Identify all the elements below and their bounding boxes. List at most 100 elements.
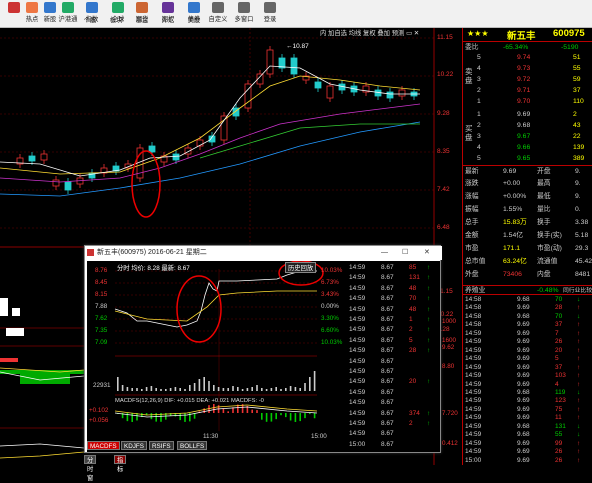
chart-toolbar-item[interactable]: 叠加 [377,30,390,37]
tick-time: 14:59 [349,357,366,365]
stat-label: 开盘 [537,168,551,175]
macd-bar [251,409,253,413]
toolbar-sub-button[interactable]: 美股 [182,15,206,26]
toolbar-label: 热点 [25,16,39,23]
tick-volume: 2 [409,420,413,427]
maximize-icon[interactable]: ☐ [402,246,408,260]
buy-price: 9.68 [517,122,531,129]
chart-toolbar-item[interactable]: 预测 [392,30,405,37]
macd-bar [20,374,70,384]
toolbar-sub-button[interactable]: 基金 [130,15,154,26]
tick-price: 9.68 [517,431,530,439]
app-window: 热点 新股 沪港通 指数 全球 期货 期权 债券 自定义 多窗口 登录 个股 板块 基金 外汇 美股 内 加自… [0,0,592,482]
toolbar-icon [44,2,56,13]
tick-volume: 28 [555,304,563,312]
tick-price: 8.67 [381,274,394,282]
toolbar-sub-button[interactable]: 个股 [78,15,102,26]
tick-price: 9.68 [517,422,530,430]
tick-time: 14:59 [349,368,366,375]
sector-row[interactable]: 养殖业 -0.48% 同行业比较 [463,285,592,295]
macd-bar [299,413,301,422]
toolbar-button[interactable]: 登录 [258,2,282,26]
arrow-up-icon: ↑ [427,420,431,427]
toolbar-label: 新股 [43,16,57,23]
tab-macdfs[interactable]: MACDFS [87,441,120,450]
arrow-up-icon: ↑ [577,414,581,422]
toolbar-button[interactable]: 自定义 [206,2,230,26]
app-logo-icon [87,249,94,256]
chart-toolbar-item[interactable]: 均线 [349,30,362,37]
arrow-up-icon: ↑ [577,346,581,354]
tick-price: 8.67 [381,305,394,313]
sector-compare-link[interactable]: 同行业比较 [563,286,592,296]
tab-intraday-window[interactable]: 分时窗 [84,455,97,482]
tick-volume: 20 [409,378,417,386]
volume-label: 22931 [93,382,111,389]
macd-bar [270,413,273,422]
tab-indicator[interactable]: 指标 [114,455,127,473]
chart-minimize-icon[interactable]: ▭ [406,30,412,37]
volume-bar [136,388,138,391]
right-axis-label: 3.30% [321,315,339,322]
toolbar-sub-button[interactable]: 板块 [104,15,128,26]
tick-volume: 20 [555,346,563,354]
minimize-icon[interactable]: — [381,246,388,260]
tick-time: 14:59 [465,431,482,439]
chart-toolbar-item[interactable]: 复权 [363,30,376,37]
tick-row: 14:59 9.69 11 ↑ [463,414,592,422]
chart-close-icon[interactable]: ✕ [414,30,419,37]
buy-level: 3 [477,133,481,140]
tick-row: 14:59 9.68 55 ↓ [463,431,592,439]
intraday-chart[interactable] [87,260,347,452]
price-axis-label: 11.15 [437,34,453,41]
candle [172,153,180,161]
tick-volume: 119 [555,388,566,396]
tick-time: 14:59 [465,414,482,422]
tick-price: 9.69 [517,448,530,456]
volume-bar [131,388,133,391]
tick-volume: 48 [409,305,417,313]
tick-row: 14:59 9.69 4 ↑ [463,381,592,389]
popup-tick-row: 14:59 8.67 [347,429,440,439]
stat-label: 涨跌 [465,180,479,187]
chart-toolbar-item[interactable]: 内 [320,30,326,37]
tick-volume: 85 [409,264,417,271]
arrow-up-icon: ↑ [427,305,431,313]
volume-bar [270,388,273,391]
tick-price: 8.67 [381,357,394,365]
toolbar-sub-button[interactable]: 外汇 [156,15,180,26]
arrow-up-icon: ↑ [577,338,581,346]
history-replay-button[interactable]: 历史回放 [285,262,317,273]
macd-bar [309,413,311,415]
tick-time: 14:59 [465,439,482,447]
macd-bar [184,413,186,422]
toolbar-icon [212,2,224,13]
macd-bar [131,413,133,422]
arrow-down-icon: ↓ [577,388,581,396]
arrow-up-icon: ↑ [427,264,431,271]
tab-bollfs[interactable]: BOLLFS [177,441,208,450]
chart-toolbar-item[interactable]: 加自选 [328,30,347,37]
tick-price: 8.67 [381,316,394,323]
toolbar-icon [188,2,200,13]
stat-value: 0. [575,206,581,213]
candle [28,155,36,162]
close-icon[interactable]: ✕ [424,246,430,260]
stat-label: 振幅 [465,206,479,213]
tick-price: 8.67 [381,440,394,448]
volume-bar [126,387,129,391]
toolbar-button[interactable]: 沪港通 [56,2,80,26]
tick-price: 9.69 [517,456,530,464]
tick-volume: 131 [409,274,420,282]
tick-volume: 70 [409,295,417,303]
tick-row: 14:59 9.69 37 ↑ [463,364,592,372]
tab-rsifs[interactable]: RSIFS [149,441,174,450]
tick-price: 9.69 [517,372,530,380]
tab-kdjfs[interactable]: KDJFS [121,441,147,450]
popup-titlebar[interactable]: 新五丰(600975) 2016-06-21 星期二 — ☐ ✕ [85,246,442,260]
intraday-popup-window[interactable]: 新五丰(600975) 2016-06-21 星期二 — ☐ ✕ 分时 均价: … [84,245,442,453]
arrow-up-icon: ↑ [577,355,581,363]
toolbar-button[interactable]: 多窗口 [232,2,256,26]
highlight-circle [176,275,222,343]
popup-tick-row: 14:59 8.67 [347,357,440,367]
